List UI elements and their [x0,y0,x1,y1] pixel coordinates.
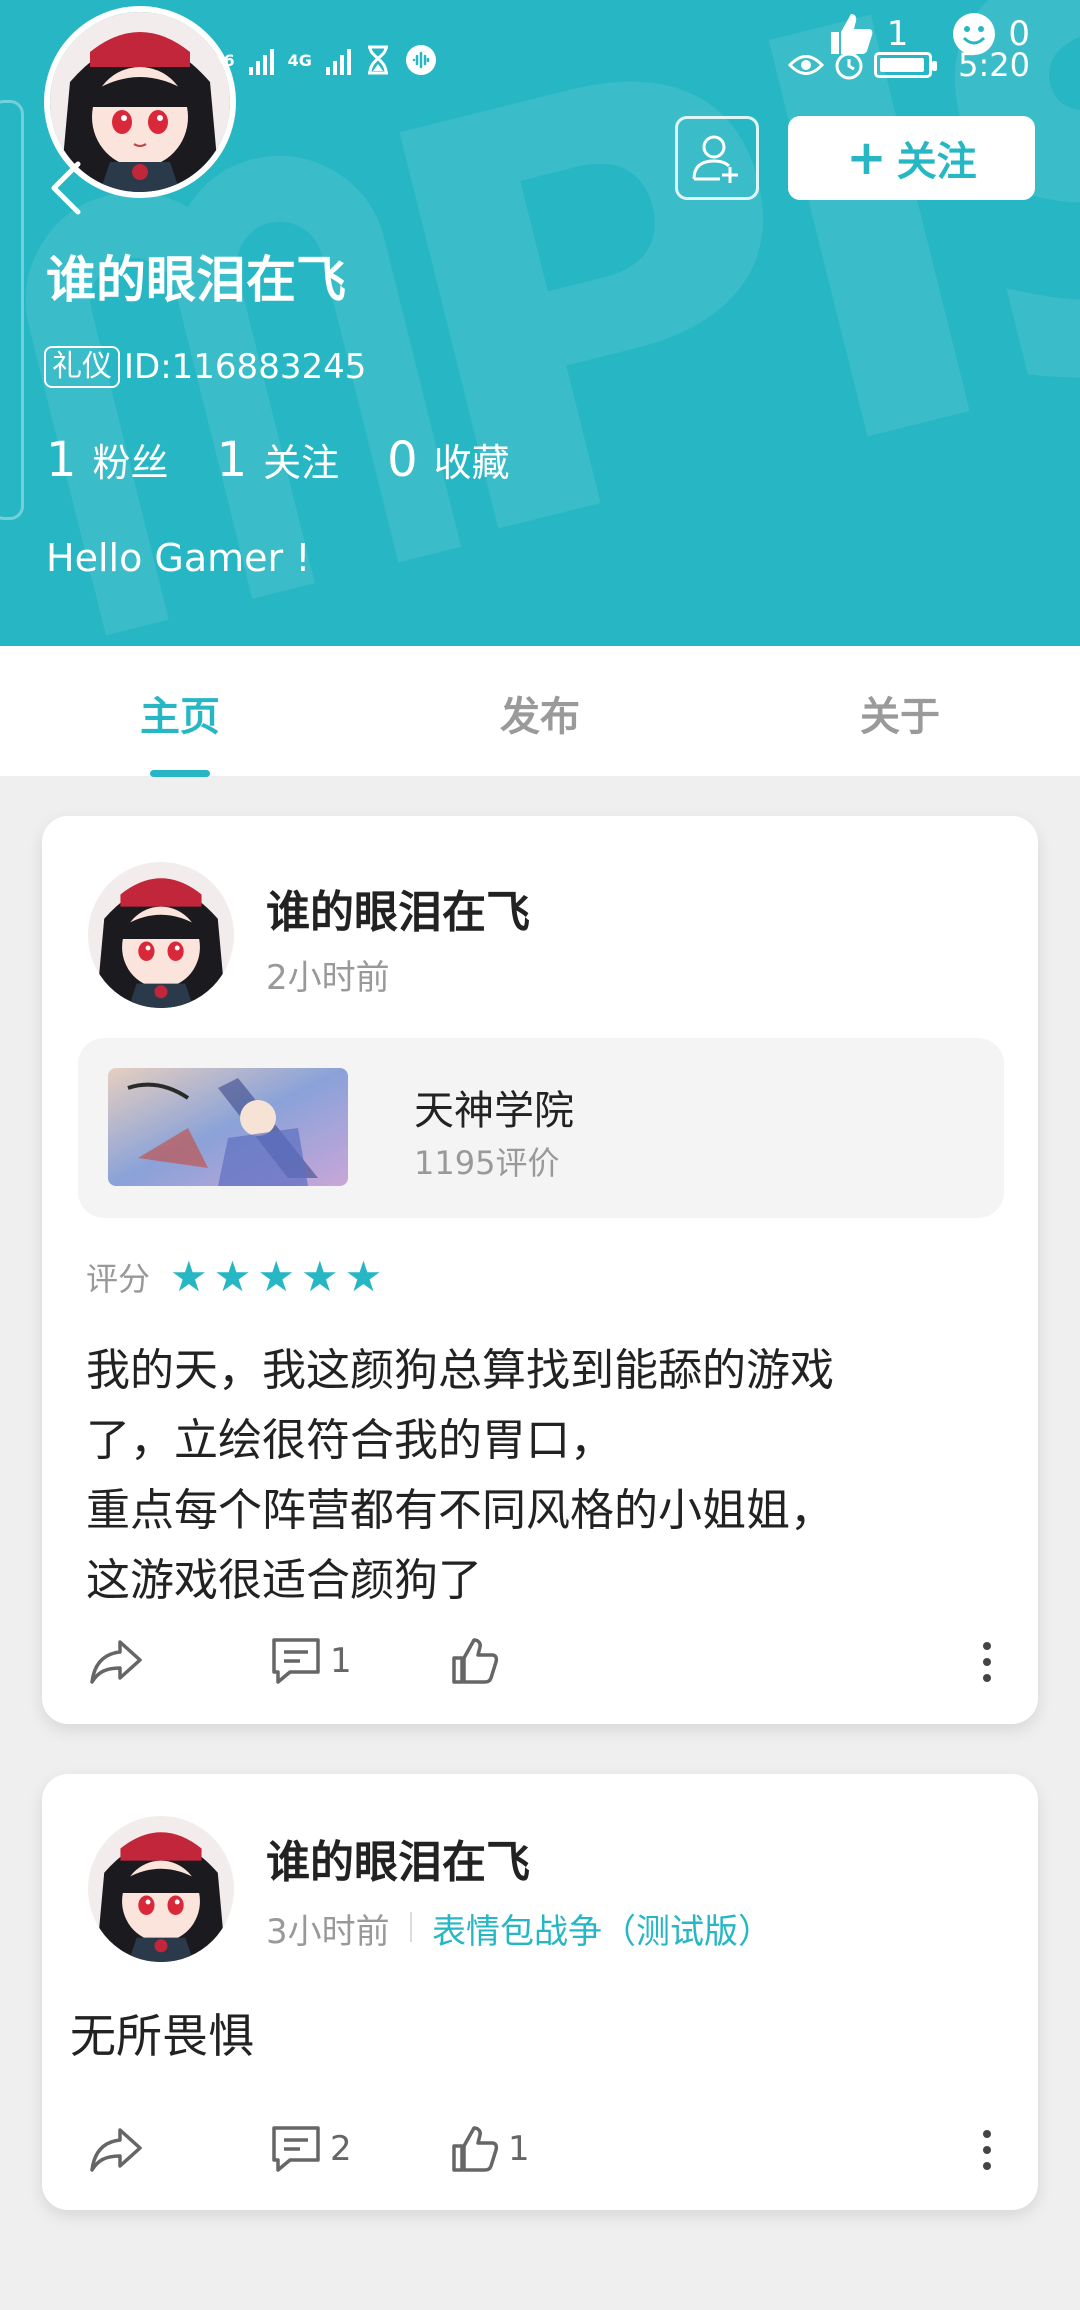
comment-count: 1 [330,1641,352,1681]
post-card[interactable]: 谁的眼泪在飞 2小时前 天神学院 1195评价 评分 ★ ★ ★ ★ ★ 我的天… [42,816,1038,1724]
review-line: 了，立绘很符合我的胃口， [86,1415,614,1466]
profile-stats: 1 粉丝 1 关注 0 收藏 [46,432,558,488]
tab-posts[interactable]: 发布 [440,684,640,742]
like-count: 1 [508,2129,530,2169]
like-button[interactable] [450,1626,508,1696]
share-icon [90,2128,142,2172]
signal-icon [325,45,351,75]
author-name[interactable]: 谁的眼泪在飞 [266,876,530,940]
add-user-icon [692,135,738,183]
plus-icon: + [846,130,887,186]
stat-value: 1 [46,432,77,488]
stat-label: 收藏 [433,441,510,485]
post-time: 2小时前 [266,958,390,998]
author-avatar[interactable] [88,1816,234,1962]
stat-label: 粉丝 [92,441,169,485]
game-name: 天神学院 [414,1088,574,1134]
stat-value: 0 [387,432,418,488]
author-name[interactable]: 谁的眼泪在飞 [266,1826,530,1890]
star-icon: ★ [344,1252,383,1301]
stat-favorites[interactable]: 0 收藏 [387,432,510,488]
thumbs-up-outline-icon [452,2126,499,2172]
profile-id: ID:116883245 [124,347,367,387]
hourglass-icon [367,45,388,75]
post-time: 3小时前 [266,1912,390,1952]
comment-button[interactable]: 1 [270,1626,352,1696]
comment-icon [272,1638,320,1684]
comment-icon [272,2126,320,2172]
comment-count: 2 [330,2129,352,2169]
star-icon: ★ [170,1252,208,1301]
like-button[interactable]: 1 [450,2114,530,2184]
review-line: 我的天，我这颜狗总算找到能舔的游戏 [86,1345,834,1396]
tab-home[interactable]: 主页 [80,684,280,742]
follow-label: 关注 [896,139,977,185]
thumbs-up-outline-icon [452,1638,499,1684]
more-options-icon[interactable] [982,1642,992,1682]
review-line: 这游戏很适合颜狗了 [86,1555,482,1606]
post-card[interactable]: 谁的眼泪在飞 3小时前 表情包战争（测试版） 无所畏惧 2 1 [42,1774,1038,2210]
post-review-text[interactable]: 我的天，我这颜狗总算找到能舔的游戏 了，立绘很符合我的胃口， 重点每个阵营都有不… [86,1336,986,1616]
review-line: 重点每个阵营都有不同风格的小姐姐， [86,1485,834,1536]
star-icon: ★ [257,1252,295,1301]
rating-label: 评分 [86,1260,151,1298]
signal-icon [248,45,274,75]
post-actions: 2 1 [42,2114,1038,2184]
profile-username: 谁的眼泪在飞 [46,251,346,309]
clock-time: 5:20 [958,46,1030,84]
share-icon [90,1640,142,1684]
badge-tag: 礼仪 [44,346,120,388]
network-label-2: 4G [287,50,312,70]
follow-button[interactable]: + 关注 [788,116,1035,200]
battery-icon [874,52,938,78]
profile-id-row: 礼仪 ID:116883245 [44,346,366,388]
share-button[interactable] [88,2114,144,2184]
tab-about[interactable]: 关于 [800,684,1000,742]
eye-icon [788,55,825,75]
stat-following[interactable]: 1 关注 [217,432,340,488]
comment-button[interactable]: 2 [270,2114,352,2184]
game-reviews-count: 1195评价 [414,1144,560,1182]
rating-stars: ★ ★ ★ ★ ★ [170,1256,382,1298]
active-tab-indicator [150,770,210,777]
stat-label: 关注 [263,441,340,485]
stat-value: 1 [216,432,248,488]
stat-followers[interactable]: 1 粉丝 [46,432,169,488]
back-arrow-icon[interactable] [48,160,84,216]
profile-bio: Hello Gamer ! [46,536,311,580]
author-avatar[interactable] [88,862,234,1008]
rating-row: 评分 ★ ★ ★ ★ ★ [86,1254,382,1300]
star-icon: ★ [300,1252,339,1301]
add-friend-button[interactable] [675,116,759,200]
side-drawer-handle[interactable] [0,100,24,520]
audio-wave-icon [405,45,436,75]
alarm-icon [835,52,863,80]
status-bar-right: 1 0 5:20 [770,4,1030,84]
profile-tabs: 主页 发布 关于 [0,646,1080,777]
share-button[interactable] [88,1626,144,1696]
game-tag-link[interactable]: 表情包战争（测试版） [432,1904,772,1953]
profile-header: ᗰPIS HD2 46 4G 1 0 5:20 [0,0,1080,646]
game-thumbnail [108,1068,348,1186]
star-icon: ★ [213,1252,252,1301]
meta-divider [410,1912,412,1942]
game-link-card[interactable]: 天神学院 1195评价 [78,1038,1004,1218]
post-text[interactable]: 无所畏惧 [70,2000,254,2066]
more-options-icon[interactable] [982,2130,992,2170]
post-actions: 1 [42,1626,1038,1696]
